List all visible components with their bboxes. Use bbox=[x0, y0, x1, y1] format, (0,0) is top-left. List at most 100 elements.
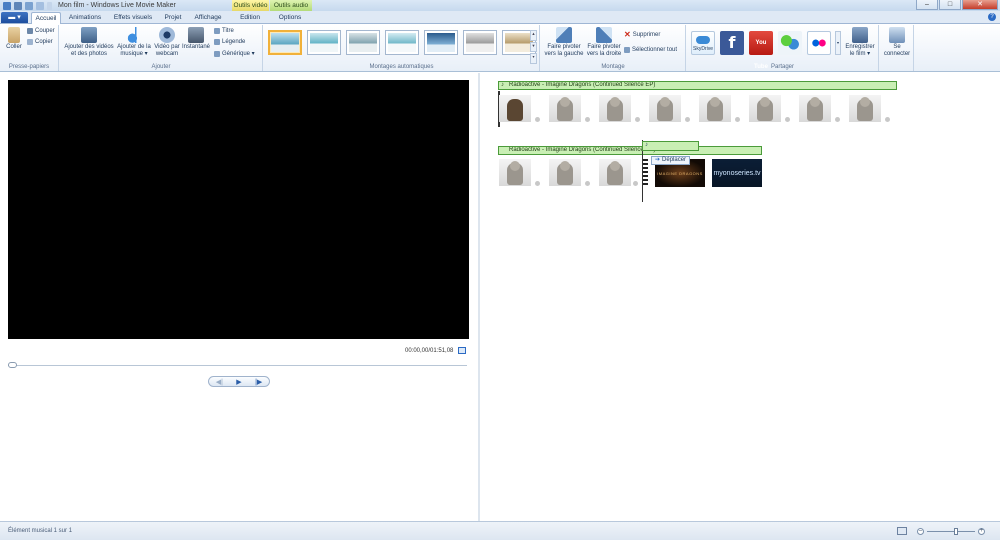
zoom-in-button[interactable]: + bbox=[978, 528, 985, 535]
transition-marker[interactable] bbox=[735, 117, 740, 122]
clip-logo: myonoseries.tv bbox=[713, 169, 761, 177]
timecode: 00:00,00/01:51,08 bbox=[405, 348, 454, 354]
webcam-video-button[interactable]: Vidéo par webcam bbox=[153, 27, 181, 58]
camera-icon bbox=[188, 27, 204, 43]
automovie-theme[interactable] bbox=[424, 30, 458, 55]
window-title: Mon film - Windows Live Movie Maker bbox=[58, 2, 176, 9]
video-frame[interactable] bbox=[549, 95, 581, 122]
tab-projet[interactable]: Projet bbox=[161, 12, 185, 24]
tab-effets-visuels[interactable]: Effets visuels bbox=[111, 12, 155, 24]
undo-icon[interactable] bbox=[25, 1, 33, 10]
zoom-thumb[interactable] bbox=[954, 528, 958, 535]
automovie-theme-gallery bbox=[268, 30, 536, 55]
context-tab-audio-tools[interactable]: Outils audio bbox=[270, 0, 312, 11]
thumbnail-size-icon[interactable] bbox=[897, 527, 907, 535]
automovie-theme[interactable] bbox=[268, 30, 302, 55]
help-icon[interactable]: ? bbox=[988, 13, 996, 21]
skydrive-label: SkyDrive bbox=[692, 46, 713, 52]
save-icon[interactable] bbox=[14, 1, 22, 10]
transition-marker[interactable] bbox=[585, 181, 590, 186]
transition-marker[interactable] bbox=[785, 117, 790, 122]
skydrive-button[interactable]: SkyDrive bbox=[691, 31, 715, 55]
transition-marker[interactable] bbox=[535, 181, 540, 186]
video-frame[interactable] bbox=[699, 95, 731, 122]
zoom-out-button[interactable]: – bbox=[917, 528, 924, 535]
transition-marker[interactable] bbox=[633, 181, 638, 186]
credits-button[interactable]: Générique ▾ bbox=[214, 50, 255, 57]
video-frame[interactable] bbox=[599, 95, 631, 122]
copy-button[interactable]: Copier bbox=[27, 39, 53, 45]
transition-marker[interactable] bbox=[635, 117, 640, 122]
transition-marker[interactable] bbox=[585, 117, 590, 122]
minimize-button[interactable]: – bbox=[916, 0, 938, 10]
add-music-button[interactable]: Ajouter de la musique ▾ bbox=[115, 27, 153, 58]
automovie-theme[interactable] bbox=[307, 30, 341, 55]
tab-options[interactable]: Options bbox=[276, 12, 304, 24]
tab-edition[interactable]: Edition bbox=[236, 12, 264, 24]
automovie-theme[interactable] bbox=[463, 30, 497, 55]
video-frame[interactable] bbox=[749, 95, 781, 122]
group-label-share: Partager bbox=[770, 64, 794, 70]
cut-button[interactable]: Couper bbox=[27, 28, 55, 34]
sign-in-button[interactable]: Se connecter bbox=[882, 27, 912, 58]
transition-marker[interactable] bbox=[535, 117, 540, 122]
video-clip[interactable]: myonoseries.tv bbox=[712, 159, 762, 187]
automovie-theme[interactable] bbox=[385, 30, 419, 55]
caption-button[interactable]: Légende bbox=[214, 39, 245, 45]
customize-qat-icon[interactable] bbox=[47, 1, 52, 10]
tab-animations[interactable]: Animations bbox=[66, 12, 104, 24]
facebook-icon[interactable]: f bbox=[720, 31, 744, 55]
group-share: SkyDrive f You Tube ▾ Enregistrer le fil… bbox=[687, 25, 879, 71]
close-button[interactable]: ✕ bbox=[962, 0, 998, 10]
video-frame[interactable] bbox=[549, 159, 581, 186]
seek-bar[interactable] bbox=[8, 365, 467, 366]
next-frame-icon[interactable]: |▶ bbox=[255, 378, 262, 386]
redo-icon[interactable] bbox=[36, 1, 44, 10]
video-frame[interactable] bbox=[649, 95, 681, 122]
save-movie-button[interactable]: Enregistrer le film ▾ bbox=[843, 27, 877, 58]
music-track[interactable]: ♪ Radioactive - Imagine Dragons (Continu… bbox=[498, 81, 897, 90]
video-frame[interactable] bbox=[499, 159, 531, 186]
tab-affichage[interactable]: Affichage bbox=[192, 12, 224, 24]
transition-marker[interactable] bbox=[835, 117, 840, 122]
share-more-button[interactable]: ▾ bbox=[835, 31, 841, 55]
gallery-up-button[interactable]: ▲ bbox=[530, 30, 537, 41]
rotate-right-button[interactable]: Faire pivoter vers la droite bbox=[585, 27, 623, 58]
play-icon[interactable]: ▶ bbox=[236, 378, 241, 386]
video-frame[interactable] bbox=[849, 95, 881, 122]
messenger-icon[interactable] bbox=[778, 31, 802, 55]
maximize-button[interactable]: □ bbox=[939, 0, 961, 10]
add-music-label-1: Ajouter de la bbox=[117, 44, 151, 50]
rotate-left-button[interactable]: Faire pivoter vers la gauche bbox=[544, 27, 584, 58]
group-label-editing: Montage bbox=[601, 64, 625, 70]
caption-label: Légende bbox=[222, 39, 246, 45]
video-frame[interactable] bbox=[799, 95, 831, 122]
context-tab-video-tools[interactable]: Outils vidéo bbox=[232, 0, 269, 11]
fullscreen-icon[interactable] bbox=[458, 347, 466, 354]
sign-in-label-2: connecter bbox=[883, 51, 911, 57]
delete-button[interactable]: ✕ Supprimer bbox=[624, 31, 660, 39]
app-menu-button[interactable]: ▬ ▾ bbox=[1, 12, 28, 23]
snapshot-button[interactable]: Instantané bbox=[181, 27, 211, 51]
music-track[interactable]: Radioactive - Imagine Dragons (Continued… bbox=[498, 146, 762, 155]
select-all-button[interactable]: Sélectionner tout bbox=[624, 47, 677, 53]
flickr-icon[interactable] bbox=[807, 31, 831, 55]
add-videos-photos-button[interactable]: Ajouter des vidéos et des photos bbox=[63, 27, 115, 58]
youtube-icon[interactable]: You Tube bbox=[749, 31, 773, 70]
automovie-theme[interactable] bbox=[346, 30, 380, 55]
tab-accueil[interactable]: Accueil bbox=[31, 12, 61, 24]
zoom-slider[interactable] bbox=[927, 528, 975, 535]
previous-frame-icon[interactable]: ◀| bbox=[216, 378, 223, 386]
video-preview[interactable] bbox=[8, 80, 469, 339]
paste-button[interactable]: Coller bbox=[4, 27, 24, 51]
gallery-down-button[interactable]: ▼ bbox=[530, 41, 537, 53]
video-frame[interactable] bbox=[599, 159, 631, 186]
video-frame[interactable] bbox=[499, 95, 531, 122]
transition-marker[interactable] bbox=[885, 117, 890, 122]
seek-thumb[interactable] bbox=[8, 362, 17, 368]
theme-thumbnail bbox=[427, 33, 455, 52]
transition-marker[interactable] bbox=[685, 117, 690, 122]
title-button[interactable]: Titre bbox=[214, 28, 234, 34]
sign-in-icon bbox=[889, 27, 905, 43]
pane-splitter[interactable] bbox=[478, 73, 480, 521]
